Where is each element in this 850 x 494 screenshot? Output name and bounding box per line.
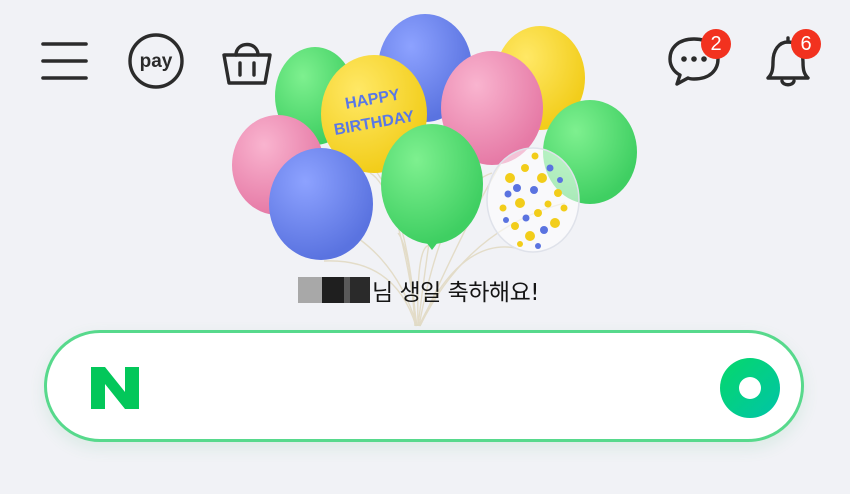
balloon-blue-front <box>269 148 373 260</box>
talk-button[interactable]: 2 <box>664 29 736 90</box>
notifications-button[interactable]: 6 <box>758 28 828 90</box>
hamburger-menu-icon <box>41 42 88 80</box>
naver-logo-icon[interactable] <box>89 366 141 410</box>
notification-badge: 6 <box>791 29 821 59</box>
search-bar[interactable] <box>44 330 804 442</box>
greeting-text: 님 생일 축하해요! <box>372 280 539 306</box>
masked-user-name <box>298 277 370 303</box>
search-input[interactable] <box>167 355 711 421</box>
pay-label: pay <box>140 51 173 72</box>
balloon-green-center <box>381 124 483 244</box>
confetti-balloon <box>486 147 580 253</box>
pay-button[interactable]: pay <box>124 33 188 89</box>
green-circle-icon[interactable] <box>719 357 781 419</box>
talk-badge: 2 <box>701 29 731 59</box>
birthday-greeting: 님 생일 축하해요! <box>298 274 539 306</box>
menu-button[interactable] <box>38 38 92 84</box>
